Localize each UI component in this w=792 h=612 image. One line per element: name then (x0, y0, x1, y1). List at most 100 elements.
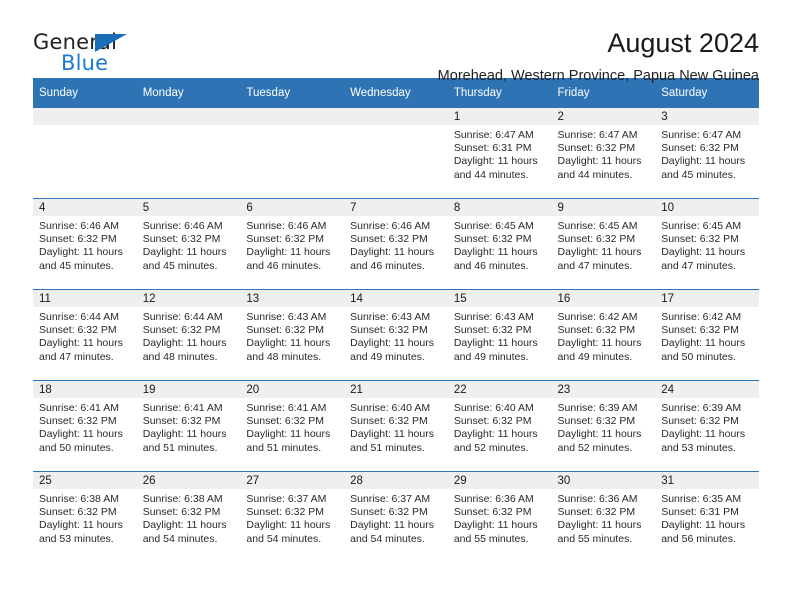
day-detail-line: and 47 minutes. (39, 350, 114, 363)
calendar-day-cell[interactable]: 7 Sunrise: 6:46 AM Sunset: 6:32 PM Daylight… (344, 198, 448, 290)
calendar-day-cell[interactable]: 15 Sunrise: 6:43 AM Sunset: 6:32 PM Dayligh… (447, 289, 552, 381)
day-number: 25 (33, 472, 137, 489)
calendar-week-row: 18 Sunrise: 6:41 AM Sunset: 6:32 PM Dayligh… (33, 380, 759, 472)
day-detail-line: Sunset: 6:32 PM (453, 233, 532, 246)
day-detail-line: Sunrise: 6:43 AM (246, 311, 327, 323)
calendar-day-cell[interactable]: 28 Sunrise: 6:37 AM Sunset: 6:32 PM Dayligh… (344, 471, 448, 562)
day-number: 4 (33, 199, 137, 216)
day-detail-line: and 51 minutes. (246, 441, 322, 454)
day-detail-line: and 54 minutes. (350, 532, 425, 545)
day-details: Sunrise: 6:47 AM Sunset: 6:32 PM Daylight:… (552, 125, 656, 182)
day-details: Sunrise: 6:47 AM Sunset: 6:32 PM Daylight:… (655, 125, 759, 182)
day-detail-line: Sunrise: 6:37 AM (246, 493, 327, 505)
calendar-day-cell[interactable]: 10 Sunrise: 6:45 AM Sunset: 6:32 PM Dayligh… (655, 198, 759, 290)
day-detail-line: Sunset: 6:32 PM (557, 324, 636, 337)
day-number: 7 (344, 199, 448, 216)
calendar-day-cell[interactable]: 30 Sunrise: 6:36 AM Sunset: 6:32 PM Dayligh… (551, 471, 656, 562)
calendar-day-cell[interactable]: 14 Sunrise: 6:43 AM Sunset: 6:32 PM Dayligh… (344, 289, 448, 381)
calendar-day-cell[interactable]: 4 Sunrise: 6:46 AM Sunset: 6:32 PM Daylight… (33, 198, 137, 290)
day-number: 15 (447, 290, 552, 307)
calendar-day-cell[interactable]: 1 Sunrise: 6:47 AM Sunset: 6:31 PM Daylight… (447, 107, 552, 199)
day-detail-line: Sunrise: 6:44 AM (39, 311, 119, 323)
day-number: 3 (655, 108, 759, 125)
day-number: 16 (551, 290, 656, 307)
day-number: 11 (33, 290, 137, 307)
day-detail-line: Daylight: 11 hours (453, 337, 538, 350)
calendar-day-cell[interactable]: 23 Sunrise: 6:39 AM Sunset: 6:32 PM Dayligh… (551, 380, 656, 472)
day-detail-line: and 44 minutes. (557, 168, 633, 181)
day-detail-line: Daylight: 11 hours (557, 428, 642, 441)
day-detail-line: Sunset: 6:32 PM (661, 415, 739, 428)
day-detail-line: Daylight: 11 hours (350, 337, 434, 350)
calendar-day-cell[interactable]: 26 Sunrise: 6:38 AM Sunset: 6:32 PM Dayligh… (136, 471, 241, 562)
calendar-day-cell[interactable]: 9 Sunrise: 6:45 AM Sunset: 6:32 PM Daylight… (551, 198, 656, 290)
calendar-week-row: 11 Sunrise: 6:44 AM Sunset: 6:32 PM Dayligh… (33, 289, 759, 381)
calendar-day-cell[interactable]: 2 Sunrise: 6:47 AM Sunset: 6:32 PM Daylight… (551, 107, 656, 199)
day-detail-line: and 45 minutes. (39, 259, 114, 272)
calendar-day-cell[interactable]: 11 Sunrise: 6:44 AM Sunset: 6:32 PM Dayligh… (33, 289, 137, 381)
day-details: Sunrise: 6:43 AM Sunset: 6:32 PM Daylight:… (240, 307, 344, 364)
calendar-day-cell[interactable]: 13 Sunrise: 6:43 AM Sunset: 6:32 PM Dayligh… (240, 289, 345, 381)
day-detail-line: Sunset: 6:32 PM (246, 415, 325, 428)
day-details: Sunrise: 6:38 AM Sunset: 6:32 PM Daylight:… (137, 489, 241, 546)
day-detail-line: Daylight: 11 hours (557, 337, 642, 350)
day-details: Sunrise: 6:38 AM Sunset: 6:32 PM Daylight:… (33, 489, 137, 546)
calendar-day-cell[interactable]: 20 Sunrise: 6:41 AM Sunset: 6:32 PM Dayligh… (240, 380, 345, 472)
calendar-day-cell[interactable]: 22 Sunrise: 6:40 AM Sunset: 6:32 PM Dayligh… (447, 380, 552, 472)
calendar-day-cell[interactable]: 31 Sunrise: 6:35 AM Sunset: 6:31 PM Dayligh… (655, 471, 759, 562)
day-number: 14 (344, 290, 448, 307)
calendar-day-cell[interactable]: 16 Sunrise: 6:42 AM Sunset: 6:32 PM Dayligh… (551, 289, 656, 381)
logo-triangle-icon (95, 34, 127, 52)
day-details: Sunrise: 6:41 AM Sunset: 6:32 PM Daylight:… (33, 398, 137, 455)
day-number: 12 (136, 290, 241, 307)
day-detail-line: and 46 minutes. (246, 259, 322, 272)
day-detail-line: Sunset: 6:32 PM (661, 324, 739, 337)
day-details: Sunrise: 6:47 AM Sunset: 6:31 PM Daylight:… (448, 125, 552, 182)
day-detail-line: Daylight: 11 hours (39, 246, 123, 259)
day-detail-line: Daylight: 11 hours (142, 246, 227, 259)
day-details: Sunrise: 6:41 AM Sunset: 6:32 PM Daylight:… (137, 398, 241, 455)
day-number: 2 (551, 108, 656, 125)
calendar-day-cell-empty (33, 107, 137, 199)
day-detail-line: Sunrise: 6:42 AM (661, 311, 742, 323)
calendar-day-cell[interactable]: 5 Sunrise: 6:46 AM Sunset: 6:32 PM Daylight… (136, 198, 241, 290)
day-detail-line: Sunrise: 6:38 AM (39, 493, 119, 505)
day-detail-line: Sunrise: 6:37 AM (350, 493, 431, 505)
day-detail-line: and 56 minutes. (661, 532, 736, 545)
day-detail-line: and 46 minutes. (350, 259, 425, 272)
calendar-day-cell[interactable]: 21 Sunrise: 6:40 AM Sunset: 6:32 PM Dayligh… (344, 380, 448, 472)
day-detail-line: Sunrise: 6:44 AM (142, 311, 223, 323)
calendar-day-cell[interactable]: 29 Sunrise: 6:36 AM Sunset: 6:32 PM Dayligh… (447, 471, 552, 562)
day-detail-line: Sunset: 6:32 PM (246, 324, 325, 337)
calendar-day-cell-empty (344, 107, 448, 199)
day-detail-line: Daylight: 11 hours (246, 337, 331, 350)
general-blue-logo[interactable]: General Blue (33, 28, 163, 75)
calendar-day-cell[interactable]: 27 Sunrise: 6:37 AM Sunset: 6:32 PM Dayligh… (240, 471, 345, 562)
day-detail-line: and 49 minutes. (453, 350, 529, 363)
day-number: 28 (344, 472, 448, 489)
day-detail-line: Daylight: 11 hours (350, 428, 434, 441)
day-details: Sunrise: 6:45 AM Sunset: 6:32 PM Daylight:… (448, 216, 552, 273)
day-detail-line: Daylight: 11 hours (661, 337, 746, 350)
calendar-day-cell[interactable]: 19 Sunrise: 6:41 AM Sunset: 6:32 PM Dayligh… (136, 380, 241, 472)
calendar-day-cell[interactable]: 18 Sunrise: 6:41 AM Sunset: 6:32 PM Dayligh… (33, 380, 137, 472)
day-number: 20 (240, 381, 345, 398)
calendar-day-cell[interactable]: 12 Sunrise: 6:44 AM Sunset: 6:32 PM Dayligh… (136, 289, 241, 381)
day-number: 26 (136, 472, 241, 489)
day-detail-line: Sunset: 6:32 PM (350, 233, 428, 246)
calendar-day-cell[interactable]: 17 Sunrise: 6:42 AM Sunset: 6:32 PM Dayligh… (655, 289, 759, 381)
day-details: Sunrise: 6:46 AM Sunset: 6:32 PM Daylight:… (33, 216, 137, 273)
calendar-day-cell[interactable]: 25 Sunrise: 6:38 AM Sunset: 6:32 PM Dayligh… (33, 471, 137, 562)
day-detail-line: Daylight: 11 hours (557, 155, 642, 168)
calendar-day-cell[interactable]: 6 Sunrise: 6:46 AM Sunset: 6:32 PM Daylight… (240, 198, 345, 290)
day-detail-line: Sunset: 6:32 PM (142, 415, 221, 428)
day-number: 19 (136, 381, 241, 398)
calendar-day-cell[interactable]: 3 Sunrise: 6:47 AM Sunset: 6:32 PM Daylight… (655, 107, 759, 199)
day-number: 6 (240, 199, 345, 216)
day-number (136, 108, 241, 125)
day-detail-line: Sunrise: 6:45 AM (453, 220, 534, 232)
calendar-day-cell[interactable]: 24 Sunrise: 6:39 AM Sunset: 6:32 PM Dayligh… (655, 380, 759, 472)
day-detail-line: Sunrise: 6:39 AM (557, 402, 638, 414)
calendar-day-cell[interactable]: 8 Sunrise: 6:45 AM Sunset: 6:32 PM Daylight… (447, 198, 552, 290)
day-detail-line: and 47 minutes. (661, 259, 736, 272)
